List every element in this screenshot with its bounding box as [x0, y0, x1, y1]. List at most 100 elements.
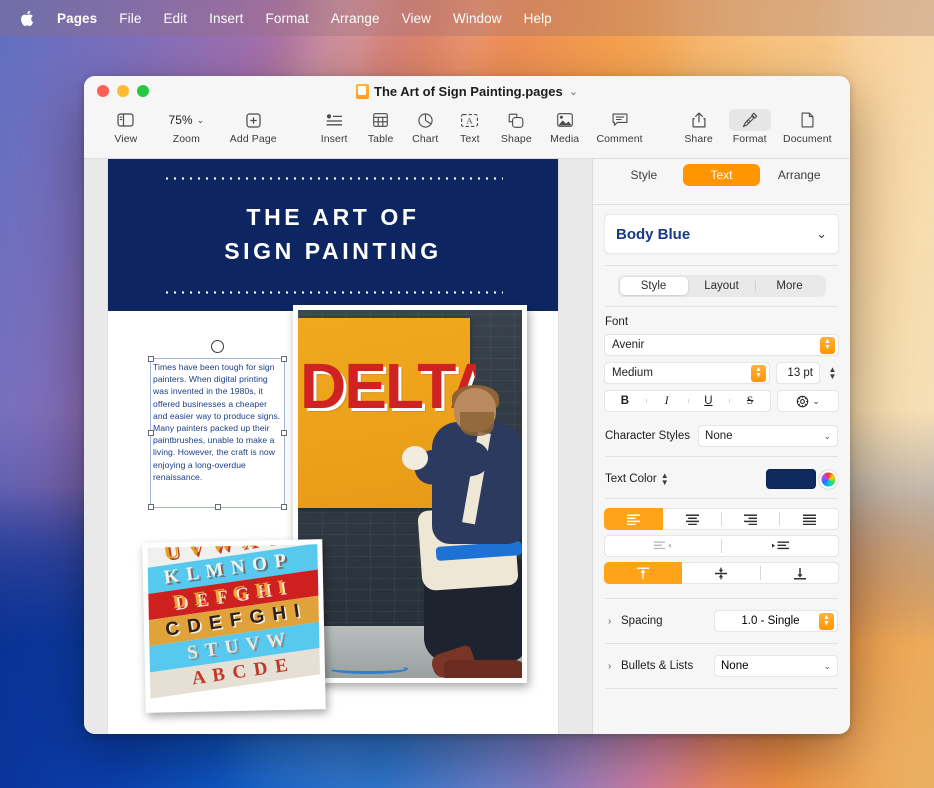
menu-item-help[interactable]: Help [513, 9, 563, 28]
traffic-lights [84, 85, 149, 97]
resize-handle-l[interactable] [148, 430, 154, 436]
text-options-gear-button[interactable]: ⌄ [777, 390, 839, 412]
strikethrough-button[interactable]: S [729, 395, 771, 407]
resize-handle-b[interactable] [215, 504, 221, 510]
increase-indent-button[interactable] [722, 535, 840, 557]
align-bottom-button[interactable] [761, 562, 839, 584]
text-color-label: Text Color [605, 473, 657, 485]
subtab-style[interactable]: Style [620, 277, 688, 295]
menu-item-arrange[interactable]: Arrange [320, 9, 391, 28]
minimize-button[interactable] [117, 85, 129, 97]
title-chevron-down-icon[interactable]: ⌄ [569, 85, 578, 98]
spacing-popup[interactable]: 1.0 - Single ▲▼ [714, 610, 838, 632]
document-page[interactable]: THE ART OF SIGN PAINTING Times have been… [108, 159, 558, 734]
toolbar-shape-label: Shape [501, 133, 532, 145]
tab-text[interactable]: Text [683, 164, 761, 186]
menu-item-file[interactable]: File [108, 9, 152, 28]
page-header-banner: THE ART OF SIGN PAINTING [108, 159, 558, 311]
toolbar-share-button[interactable]: Share [674, 106, 722, 145]
window-titlebar: The Art of Sign Painting.pages ⌄ [84, 76, 850, 106]
subtab-layout[interactable]: Layout [688, 277, 756, 295]
resize-handle-bl[interactable] [148, 504, 154, 510]
toolbar-view-button[interactable]: View [98, 106, 154, 145]
font-style-buttons: B I U S [604, 390, 771, 412]
disclosure-arrow-icon[interactable]: › [605, 661, 614, 672]
rotation-handle[interactable] [211, 340, 224, 353]
font-size-field[interactable]: 13 pt [776, 362, 820, 384]
bold-button[interactable]: B [604, 395, 646, 407]
window-title-group: The Art of Sign Painting.pages ⌄ [84, 76, 850, 106]
align-center-button[interactable] [663, 508, 722, 530]
align-justify-button[interactable] [780, 508, 839, 530]
toolbar-shape-button[interactable]: Shape [492, 106, 540, 145]
resize-handle-tr[interactable] [281, 356, 287, 362]
bullets-label: Bullets & Lists [621, 660, 693, 672]
align-top-button[interactable] [604, 562, 682, 584]
pages-document-icon [356, 84, 369, 99]
spacing-label: Spacing [621, 615, 663, 627]
apple-logo-icon[interactable] [14, 10, 40, 27]
align-right-button[interactable] [722, 508, 781, 530]
font-size-stepper[interactable]: ▲▼ [826, 362, 839, 384]
resize-handle-br[interactable] [281, 504, 287, 510]
stepper-icon[interactable]: ▲▼ [751, 365, 766, 382]
text-subtabs: Style Layout More [618, 275, 826, 297]
pages-window: The Art of Sign Painting.pages ⌄ View 75… [84, 76, 850, 734]
close-button[interactable] [97, 85, 109, 97]
font-weight-popup[interactable]: Medium ▲▼ [604, 362, 770, 384]
font-family-popup[interactable]: Avenir ▲▼ [604, 334, 839, 356]
text-color-swatch[interactable] [766, 469, 816, 489]
photo-alphabet-signs[interactable]: U V W X Y K L M N O P D E F G H I C D E … [142, 539, 326, 713]
decrease-indent-button[interactable] [604, 535, 722, 557]
toolbar-text-button[interactable]: A Text [448, 106, 493, 145]
toolbar-view-label: View [114, 133, 137, 145]
tab-style[interactable]: Style [605, 164, 683, 186]
toolbar-addpage-button[interactable]: Add Page [219, 106, 288, 145]
selected-text-box[interactable]: Times have been tough for sign painters.… [151, 359, 284, 507]
chevron-down-icon: ⌄ [197, 115, 205, 126]
zoom-popup-button[interactable]: 75% ⌄ [162, 110, 212, 130]
maximize-button[interactable] [137, 85, 149, 97]
toolbar-media-button[interactable]: Media [541, 106, 589, 145]
bullets-dropdown[interactable]: None ⌄ [714, 655, 838, 677]
chevron-down-icon: ⌄ [812, 396, 820, 407]
text-color-row: Text Color ▲▼ [605, 469, 838, 489]
divider [605, 688, 838, 689]
align-left-button[interactable] [604, 508, 663, 530]
toolbar-insert-button[interactable]: Insert [310, 106, 358, 145]
toolbar-chart-button[interactable]: Chart [403, 106, 448, 145]
character-styles-value: None [705, 430, 823, 442]
resize-handle-tl[interactable] [148, 356, 154, 362]
menu-item-pages[interactable]: Pages [46, 9, 108, 28]
stepper-icon[interactable]: ▲▼ [820, 337, 835, 354]
toolbar-table-button[interactable]: Table [358, 106, 403, 145]
gear-icon [796, 395, 809, 408]
menu-item-format[interactable]: Format [254, 9, 319, 28]
stepper-icon[interactable]: ▲▼ [819, 613, 834, 630]
toolbar-zoom-control[interactable]: 75% ⌄ Zoom [154, 106, 219, 145]
character-styles-dropdown[interactable]: None ⌄ [698, 425, 838, 447]
menu-item-view[interactable]: View [391, 9, 442, 28]
document-canvas[interactable]: THE ART OF SIGN PAINTING Times have been… [84, 158, 592, 734]
toolbar-comment-button[interactable]: Comment [589, 106, 650, 145]
menu-item-edit[interactable]: Edit [152, 9, 198, 28]
menu-item-window[interactable]: Window [442, 9, 513, 28]
align-middle-button[interactable] [682, 562, 760, 584]
color-wheel-icon[interactable] [819, 470, 838, 489]
toolbar-document-button[interactable]: Document [777, 106, 838, 145]
tab-arrange[interactable]: Arrange [760, 164, 838, 186]
toolbar-media-label: Media [550, 133, 579, 145]
underline-button[interactable]: U [688, 395, 730, 407]
italic-button[interactable]: I [646, 395, 688, 407]
photo-sign-painter[interactable]: DELTA [293, 305, 527, 683]
text-color-stepper-icon[interactable]: ▲▼ [661, 472, 669, 486]
divider [605, 456, 838, 457]
divider [605, 498, 838, 499]
subtab-more[interactable]: More [756, 277, 824, 295]
bullets-value: None [721, 660, 823, 672]
toolbar-format-button[interactable]: Format [723, 106, 777, 145]
disclosure-arrow-icon[interactable]: › [605, 616, 614, 627]
menu-item-insert[interactable]: Insert [198, 9, 254, 28]
resize-handle-r[interactable] [281, 430, 287, 436]
paragraph-style-popup[interactable]: Body Blue ⌄ [604, 214, 839, 254]
